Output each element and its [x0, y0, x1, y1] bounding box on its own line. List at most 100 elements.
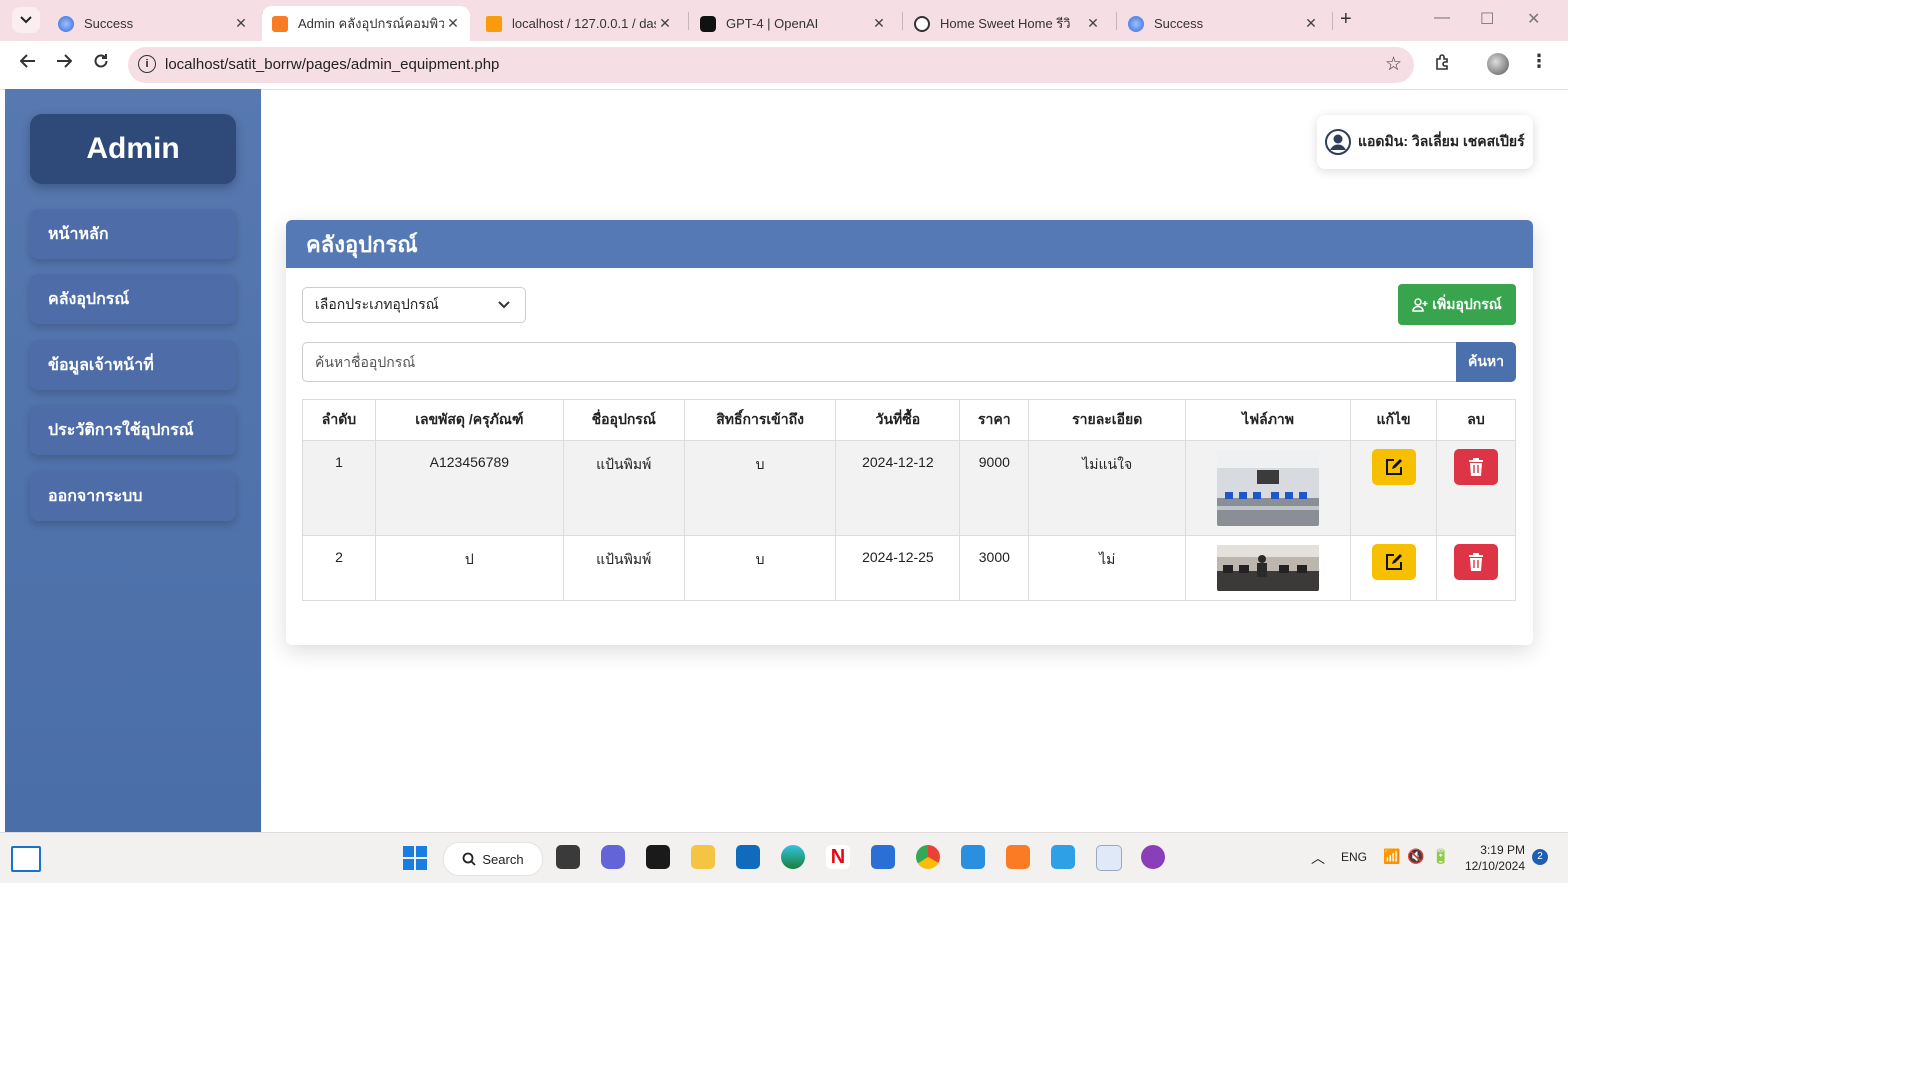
github-desktop-icon[interactable]	[1141, 845, 1165, 869]
chrome-icon[interactable]	[916, 845, 940, 869]
sidebar-item-label: ข้อมูลเจ้าหน้าที่	[48, 356, 154, 374]
task-view-icon[interactable]	[556, 845, 580, 869]
taskbar-clock[interactable]: 3:19 PM 12/10/2024	[1460, 842, 1525, 874]
column-header: ลำดับ	[302, 399, 376, 441]
sidebar-item-staff[interactable]: ข้อมูลเจ้าหน้าที่	[30, 340, 236, 390]
delete-button[interactable]	[1453, 449, 1498, 485]
tab-title: Success	[84, 16, 134, 31]
widgets-icon[interactable]	[11, 846, 41, 872]
sidebar-item-home[interactable]: หน้าหลัก	[30, 209, 236, 259]
equipment-card: คลังอุปกรณ์ เลือกประเภทอุปกรณ์ เพิ่มอุปก…	[286, 220, 1533, 645]
webex-icon[interactable]	[646, 845, 670, 869]
url-text[interactable]: localhost/satit_borrw/pages/admin_equipm…	[165, 56, 499, 73]
cell-code: ป	[374, 535, 564, 601]
browser-tab[interactable]: Success ✕	[1118, 6, 1328, 41]
close-tab-icon[interactable]: ✕	[1302, 15, 1320, 32]
sidebar-item-equipment[interactable]: คลังอุปกรณ์	[30, 274, 236, 324]
browser-tab[interactable]: Home Sweet Home รีวิ ✕	[904, 6, 1110, 41]
sidebar-item-logout[interactable]: ออกจากระบบ	[30, 471, 236, 521]
notepad-icon[interactable]	[1051, 845, 1075, 869]
battery-icon[interactable]: 🔋	[1432, 848, 1449, 865]
edit-button[interactable]	[1371, 544, 1416, 580]
cell-delete	[1435, 535, 1517, 601]
xampp-icon	[272, 15, 288, 32]
close-tab-icon[interactable]: ✕	[444, 15, 462, 32]
equipment-search-input[interactable]	[302, 342, 1456, 382]
cell-price: 9000	[959, 440, 1030, 536]
site-info-icon[interactable]: i	[138, 55, 156, 73]
cell-price: 3000	[959, 535, 1030, 601]
browser-tab[interactable]: Success ✕	[48, 6, 258, 41]
column-header: ชื่ออุปกรณ์	[562, 399, 685, 441]
add-equipment-button[interactable]: เพิ่มอุปกรณ์	[1398, 284, 1516, 325]
back-button[interactable]	[16, 53, 40, 74]
sidebar-item-label: คลังอุปกรณ์	[48, 290, 130, 308]
outlook-icon[interactable]	[736, 845, 760, 869]
select-value: เลือกประเภทอุปกรณ์	[315, 296, 439, 312]
cell-code: A123456789	[374, 440, 564, 536]
wifi-icon[interactable]: 📶	[1383, 848, 1400, 865]
minimize-button[interactable]: —	[1434, 9, 1450, 27]
close-tab-icon[interactable]: ✕	[870, 15, 888, 32]
search-icon	[462, 852, 477, 866]
tab-search-button[interactable]	[12, 7, 40, 33]
close-window-button[interactable]: ✕	[1527, 9, 1540, 29]
tab-divider	[902, 12, 903, 30]
windows-start-icon[interactable]	[403, 846, 427, 870]
volume-muted-icon[interactable]: 🔇	[1407, 848, 1424, 865]
new-tab-button[interactable]: +	[1340, 8, 1352, 31]
address-bar[interactable]: i localhost/satit_borrw/pages/admin_equi…	[128, 47, 1414, 83]
forward-button[interactable]	[52, 53, 76, 74]
taskbar-search[interactable]: Search	[443, 842, 543, 876]
edit-icon	[1385, 554, 1402, 570]
close-tab-icon[interactable]: ✕	[656, 15, 674, 32]
browser-tab-active[interactable]: Admin คลังอุปกรณ์คอมพิวเตอ ✕	[262, 6, 470, 41]
notification-badge[interactable]: 2	[1532, 849, 1548, 865]
edit-button[interactable]	[1371, 449, 1416, 485]
store-icon[interactable]	[871, 845, 895, 869]
column-header: รายละเอียด	[1028, 399, 1187, 441]
chevron-down-icon	[498, 301, 510, 309]
cell-image	[1185, 535, 1352, 601]
vscode-icon[interactable]	[961, 845, 985, 869]
trash-icon	[1468, 458, 1483, 476]
phpmyadmin-icon	[486, 15, 502, 32]
language-indicator[interactable]: ENG	[1341, 850, 1367, 864]
table-row: 1 A123456789 แป้นพิมพ์ บ 2024-12-12 9000…	[302, 440, 1517, 536]
delete-button[interactable]	[1453, 544, 1498, 580]
browser-tab[interactable]: localhost / 127.0.0.1 / das ✕	[476, 6, 682, 41]
globe-icon	[58, 15, 74, 32]
user-badge: แอดมิน: วิลเลี่ยม เชคสเปียร์	[1317, 115, 1533, 169]
reload-button[interactable]	[89, 53, 113, 74]
table-row: 2 ป แป้นพิมพ์ บ 2024-12-25 3000 ไม่	[302, 535, 1517, 601]
xampp-taskbar-icon[interactable]	[1006, 845, 1030, 869]
cell-name: แป้นพิมพ์	[562, 440, 685, 536]
edit-icon	[1385, 459, 1402, 475]
browser-tab-strip: Success ✕ Admin คลังอุปกรณ์คอมพิวเตอ ✕ l…	[0, 0, 1568, 41]
sidebar: Admin หน้าหลัก คลังอุปกรณ์ ข้อมูลเจ้าหน้…	[5, 89, 261, 832]
sidebar-brand: Admin	[30, 114, 236, 184]
tab-divider	[1332, 12, 1333, 30]
cell-access: บ	[683, 535, 837, 601]
tray-overflow-chevron-icon[interactable]: ︿	[1311, 848, 1325, 868]
extensions-puzzle-icon[interactable]	[1434, 53, 1452, 76]
sidebar-item-label: ประวัติการใช้อุปกรณ์	[48, 421, 194, 439]
sidebar-item-history[interactable]: ประวัติการใช้อุปกรณ์	[30, 405, 236, 455]
close-tab-icon[interactable]: ✕	[1084, 15, 1102, 32]
browser-tab[interactable]: GPT-4 | OpenAI ✕	[690, 6, 896, 41]
edge-icon[interactable]	[781, 845, 805, 869]
bookmark-star-icon[interactable]: ☆	[1385, 53, 1402, 76]
browser-menu-icon[interactable]: ⋮	[1530, 51, 1548, 72]
profile-avatar[interactable]	[1487, 53, 1509, 75]
teams-chat-icon[interactable]	[601, 845, 625, 869]
equipment-type-select[interactable]: เลือกประเภทอุปกรณ์	[302, 287, 526, 323]
trash-icon	[1468, 553, 1483, 571]
maximize-button[interactable]: ☐	[1480, 9, 1494, 29]
file-explorer-icon[interactable]	[691, 845, 715, 869]
snipping-tool-icon[interactable]	[1096, 845, 1122, 871]
close-tab-icon[interactable]: ✕	[232, 15, 250, 32]
equipment-table: ลำดับ เลขพัสดุ /ครุภัณฑ์ ชื่ออุปกรณ์ สิท…	[302, 399, 1517, 601]
tab-title: localhost / 127.0.0.1 / das	[512, 16, 656, 31]
search-button[interactable]: ค้นหา	[1456, 342, 1516, 382]
netflix-icon[interactable]: N	[826, 845, 850, 869]
